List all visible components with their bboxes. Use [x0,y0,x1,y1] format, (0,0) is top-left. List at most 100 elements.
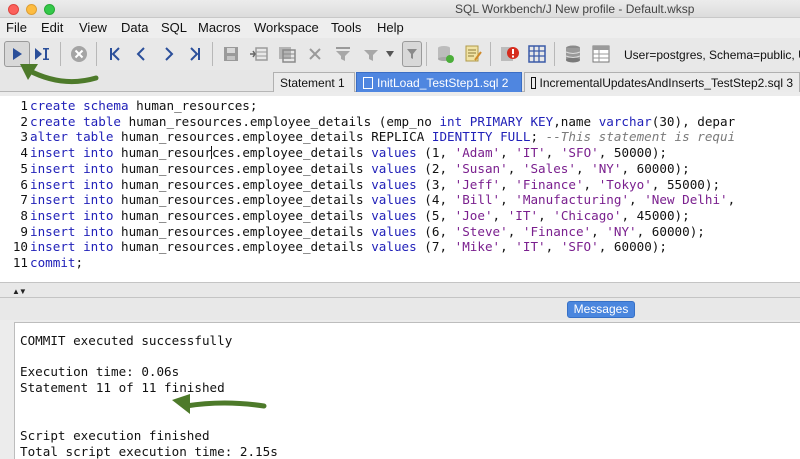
sql-string: 'IT' [515,239,546,255]
sql-text: human_resources.employee_details [113,239,372,255]
last-button[interactable] [182,41,208,67]
alert-button[interactable] [496,41,522,67]
line-number: 11 [12,255,28,270]
menu-bar: File Edit View Data SQL Macros Workspace… [0,18,800,38]
code-line: create table human_resources.employee_de… [30,114,735,130]
sql-keyword: int PRIMARY KEY [439,113,554,129]
collapse-arrows-icon[interactable]: ▲▼ [12,287,27,296]
chevron-down-icon [386,51,394,57]
menu-view[interactable]: View [79,20,107,35]
save-button[interactable] [218,41,244,67]
filter-button[interactable] [330,41,356,67]
menu-data[interactable]: Data [121,20,148,35]
next-button[interactable] [156,41,182,67]
filter-dropdown-button[interactable] [382,41,398,67]
line-number: 2 [20,113,28,129]
annotation-arrow-statement [172,394,267,414]
copy-row-button[interactable] [274,41,300,67]
window-minimize-button[interactable] [26,4,37,15]
line-number: 10 [12,239,28,255]
sql-text: (30), depar [651,113,736,129]
message-line: Total script execution time: 2.15s [20,444,278,459]
sql-keyword: create schema [30,98,129,113]
previous-icon [136,47,145,61]
results-tab-bar: Messages [0,298,800,320]
grid-button[interactable] [524,41,550,67]
sql-text: ces.employee_details [211,145,372,161]
sql-text: , [583,176,599,192]
editor-tab-bar: Statement 1 InitLoad_TestStep1.sql 2 Inc… [0,70,800,92]
previous-button[interactable] [128,41,154,67]
sql-text: human_resources.employee_details [113,223,372,239]
menu-file[interactable]: File [6,20,27,35]
sql-string: 'IT' [515,145,546,161]
filter-toggle-button[interactable] [402,41,422,67]
menu-edit[interactable]: Edit [41,20,63,35]
sql-text: human_resources.employee_details [113,176,372,192]
sql-text: (4, [416,192,455,208]
code-line: insert into human_resources.employee_det… [30,208,690,224]
sql-text: , [545,145,561,161]
sql-string: 'IT' [507,207,539,223]
sql-string: 'New Delhi' [644,192,728,208]
sql-text: ,name [553,113,599,129]
menu-help[interactable]: Help [377,20,404,35]
tab-label: InitLoad_TestStep1.sql 2 [377,76,509,90]
sql-text: , [629,192,645,208]
edit-button[interactable] [460,41,486,67]
sql-keyword: varchar [598,113,652,129]
first-button[interactable] [102,41,128,67]
delete-row-button[interactable] [302,41,328,67]
sql-keyword: values [371,160,417,176]
sql-text: , [545,239,561,255]
filter-saved-button[interactable] [358,41,384,67]
db-explorer-button[interactable] [432,41,458,67]
sql-string: 'SFO' [560,239,599,255]
title-bar: SQL Workbench/J New profile - Default.wk… [0,0,800,18]
menu-tools[interactable]: Tools [331,20,361,35]
tab-statement-1[interactable]: Statement 1 [273,72,355,92]
database-button[interactable] [560,41,586,67]
window-maximize-button[interactable] [44,4,55,15]
last-icon [190,47,200,61]
sql-keyword: alter table [30,129,114,145]
menu-macros[interactable]: Macros [198,20,241,35]
sql-keyword: values [371,223,417,239]
pane-splitter[interactable]: ▲▼ [0,282,800,298]
tab-incremental[interactable]: IncrementalUpdatesAndInserts_TestStep2.s… [524,72,800,92]
code-line: insert into human_resources.employee_det… [30,161,690,177]
menu-sql[interactable]: SQL [161,20,187,35]
sql-string: 'Chicago' [553,207,622,223]
save-icon [224,47,238,61]
menu-workspace[interactable]: Workspace [254,20,319,35]
code-line: insert into human_resources.employee_det… [30,192,735,208]
sql-text: human_resources; [128,98,258,113]
sql-text: , [591,223,607,239]
table-button[interactable] [588,41,614,67]
sql-text: (6, [416,223,455,239]
code-line: insert into human_resources.employee_det… [30,224,705,240]
sql-keyword: values [371,145,417,161]
sql-keyword: create table [30,113,121,129]
insert-row-button[interactable] [246,41,272,67]
delete-row-icon [309,48,321,60]
messages-panel: COMMIT executed successfully Execution ti… [14,322,800,459]
tab-messages[interactable]: Messages [567,301,635,318]
sql-string: 'Finance' [515,176,584,192]
sql-string: 'Tokyo' [598,176,652,192]
code-line: insert into human_resources.employee_det… [30,145,667,161]
filter-icon [336,47,350,61]
code-line: alter table human_resources.employee_det… [30,129,735,145]
sql-text: , [575,160,592,176]
sql-keyword: insert into [30,160,114,176]
window-close-button[interactable] [8,4,19,15]
tab-initload[interactable]: InitLoad_TestStep1.sql 2 [356,72,522,92]
sql-text: , [507,223,523,239]
db-explorer-icon [438,46,454,63]
sql-text: , 60000); [636,223,705,239]
sql-keyword: IDENTITY FULL [431,129,531,145]
sql-string: 'Adam' [454,145,501,161]
sql-editor[interactable]: 1 2 3 4 5 6 7 8 9 10 11 create schema human_resour… [0,96,800,282]
line-number: 7 [20,192,28,208]
sql-text: , 55000); [651,176,721,192]
